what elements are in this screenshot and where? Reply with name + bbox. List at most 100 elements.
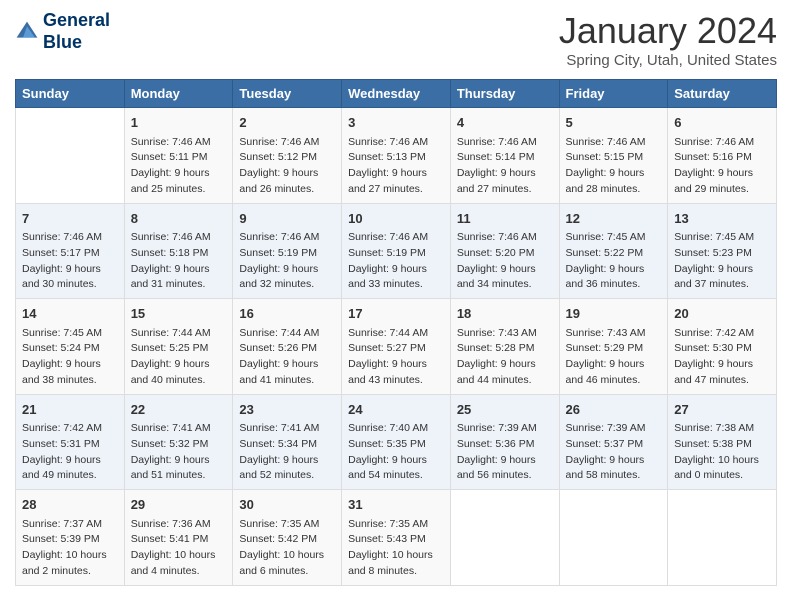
day-info: Sunrise: 7:35 AM Sunset: 5:42 PM Dayligh… — [239, 517, 335, 580]
calendar-day-header: Saturday — [668, 80, 777, 108]
calendar-cell: 14Sunrise: 7:45 AM Sunset: 5:24 PM Dayli… — [16, 299, 125, 395]
calendar-cell: 23Sunrise: 7:41 AM Sunset: 5:34 PM Dayli… — [233, 394, 342, 490]
day-number: 18 — [457, 304, 553, 324]
day-info: Sunrise: 7:40 AM Sunset: 5:35 PM Dayligh… — [348, 421, 444, 484]
page-header: General Blue January 2024 Spring City, U… — [15, 10, 777, 69]
month-title: January 2024 — [559, 10, 777, 52]
calendar-cell: 3Sunrise: 7:46 AM Sunset: 5:13 PM Daylig… — [342, 108, 451, 204]
calendar-cell: 13Sunrise: 7:45 AM Sunset: 5:23 PM Dayli… — [668, 203, 777, 299]
day-info: Sunrise: 7:46 AM Sunset: 5:11 PM Dayligh… — [131, 135, 227, 198]
day-info: Sunrise: 7:36 AM Sunset: 5:41 PM Dayligh… — [131, 517, 227, 580]
day-number: 2 — [239, 113, 335, 133]
day-number: 28 — [22, 495, 118, 515]
day-number: 10 — [348, 209, 444, 229]
day-info: Sunrise: 7:39 AM Sunset: 5:37 PM Dayligh… — [566, 421, 662, 484]
day-info: Sunrise: 7:41 AM Sunset: 5:32 PM Dayligh… — [131, 421, 227, 484]
calendar-cell: 11Sunrise: 7:46 AM Sunset: 5:20 PM Dayli… — [450, 203, 559, 299]
day-info: Sunrise: 7:39 AM Sunset: 5:36 PM Dayligh… — [457, 421, 553, 484]
day-number: 27 — [674, 400, 770, 420]
day-number: 24 — [348, 400, 444, 420]
calendar-cell: 22Sunrise: 7:41 AM Sunset: 5:32 PM Dayli… — [124, 394, 233, 490]
day-info: Sunrise: 7:46 AM Sunset: 5:15 PM Dayligh… — [566, 135, 662, 198]
calendar-cell: 7Sunrise: 7:46 AM Sunset: 5:17 PM Daylig… — [16, 203, 125, 299]
day-number: 3 — [348, 113, 444, 133]
calendar-cell: 28Sunrise: 7:37 AM Sunset: 5:39 PM Dayli… — [16, 490, 125, 586]
calendar-cell — [559, 490, 668, 586]
calendar-cell: 20Sunrise: 7:42 AM Sunset: 5:30 PM Dayli… — [668, 299, 777, 395]
day-info: Sunrise: 7:46 AM Sunset: 5:16 PM Dayligh… — [674, 135, 770, 198]
day-info: Sunrise: 7:46 AM Sunset: 5:12 PM Dayligh… — [239, 135, 335, 198]
day-number: 23 — [239, 400, 335, 420]
calendar-cell: 5Sunrise: 7:46 AM Sunset: 5:15 PM Daylig… — [559, 108, 668, 204]
title-block: January 2024 Spring City, Utah, United S… — [559, 10, 777, 69]
calendar-cell: 26Sunrise: 7:39 AM Sunset: 5:37 PM Dayli… — [559, 394, 668, 490]
calendar-cell: 16Sunrise: 7:44 AM Sunset: 5:26 PM Dayli… — [233, 299, 342, 395]
day-info: Sunrise: 7:37 AM Sunset: 5:39 PM Dayligh… — [22, 517, 118, 580]
day-info: Sunrise: 7:45 AM Sunset: 5:22 PM Dayligh… — [566, 230, 662, 293]
calendar-cell: 18Sunrise: 7:43 AM Sunset: 5:28 PM Dayli… — [450, 299, 559, 395]
day-info: Sunrise: 7:46 AM Sunset: 5:19 PM Dayligh… — [239, 230, 335, 293]
calendar-cell: 25Sunrise: 7:39 AM Sunset: 5:36 PM Dayli… — [450, 394, 559, 490]
day-info: Sunrise: 7:44 AM Sunset: 5:27 PM Dayligh… — [348, 326, 444, 389]
calendar-cell: 8Sunrise: 7:46 AM Sunset: 5:18 PM Daylig… — [124, 203, 233, 299]
day-number: 6 — [674, 113, 770, 133]
calendar-cell: 9Sunrise: 7:46 AM Sunset: 5:19 PM Daylig… — [233, 203, 342, 299]
day-info: Sunrise: 7:45 AM Sunset: 5:23 PM Dayligh… — [674, 230, 770, 293]
day-number: 31 — [348, 495, 444, 515]
calendar-cell: 31Sunrise: 7:35 AM Sunset: 5:43 PM Dayli… — [342, 490, 451, 586]
day-info: Sunrise: 7:46 AM Sunset: 5:13 PM Dayligh… — [348, 135, 444, 198]
calendar-week-row: 28Sunrise: 7:37 AM Sunset: 5:39 PM Dayli… — [16, 490, 777, 586]
day-info: Sunrise: 7:44 AM Sunset: 5:26 PM Dayligh… — [239, 326, 335, 389]
day-number: 20 — [674, 304, 770, 324]
day-number: 22 — [131, 400, 227, 420]
calendar-cell: 24Sunrise: 7:40 AM Sunset: 5:35 PM Dayli… — [342, 394, 451, 490]
day-info: Sunrise: 7:46 AM Sunset: 5:17 PM Dayligh… — [22, 230, 118, 293]
calendar-cell: 6Sunrise: 7:46 AM Sunset: 5:16 PM Daylig… — [668, 108, 777, 204]
day-info: Sunrise: 7:46 AM Sunset: 5:14 PM Dayligh… — [457, 135, 553, 198]
day-number: 17 — [348, 304, 444, 324]
day-number: 12 — [566, 209, 662, 229]
day-info: Sunrise: 7:45 AM Sunset: 5:24 PM Dayligh… — [22, 326, 118, 389]
calendar-cell: 1Sunrise: 7:46 AM Sunset: 5:11 PM Daylig… — [124, 108, 233, 204]
calendar-cell: 12Sunrise: 7:45 AM Sunset: 5:22 PM Dayli… — [559, 203, 668, 299]
calendar-cell: 30Sunrise: 7:35 AM Sunset: 5:42 PM Dayli… — [233, 490, 342, 586]
logo-icon — [15, 20, 39, 44]
calendar-header-row: SundayMondayTuesdayWednesdayThursdayFrid… — [16, 80, 777, 108]
calendar-week-row: 14Sunrise: 7:45 AM Sunset: 5:24 PM Dayli… — [16, 299, 777, 395]
day-info: Sunrise: 7:38 AM Sunset: 5:38 PM Dayligh… — [674, 421, 770, 484]
day-number: 1 — [131, 113, 227, 133]
calendar-week-row: 21Sunrise: 7:42 AM Sunset: 5:31 PM Dayli… — [16, 394, 777, 490]
calendar-day-header: Tuesday — [233, 80, 342, 108]
calendar-cell: 4Sunrise: 7:46 AM Sunset: 5:14 PM Daylig… — [450, 108, 559, 204]
day-number: 30 — [239, 495, 335, 515]
day-number: 15 — [131, 304, 227, 324]
calendar-cell: 21Sunrise: 7:42 AM Sunset: 5:31 PM Dayli… — [16, 394, 125, 490]
location-subtitle: Spring City, Utah, United States — [559, 52, 777, 69]
calendar-day-header: Thursday — [450, 80, 559, 108]
day-number: 4 — [457, 113, 553, 133]
calendar-day-header: Friday — [559, 80, 668, 108]
day-info: Sunrise: 7:41 AM Sunset: 5:34 PM Dayligh… — [239, 421, 335, 484]
logo-text: General Blue — [43, 10, 110, 53]
day-number: 8 — [131, 209, 227, 229]
day-number: 25 — [457, 400, 553, 420]
calendar-cell: 2Sunrise: 7:46 AM Sunset: 5:12 PM Daylig… — [233, 108, 342, 204]
day-info: Sunrise: 7:46 AM Sunset: 5:20 PM Dayligh… — [457, 230, 553, 293]
day-info: Sunrise: 7:44 AM Sunset: 5:25 PM Dayligh… — [131, 326, 227, 389]
day-info: Sunrise: 7:46 AM Sunset: 5:19 PM Dayligh… — [348, 230, 444, 293]
day-number: 9 — [239, 209, 335, 229]
calendar-cell — [450, 490, 559, 586]
calendar-cell — [668, 490, 777, 586]
day-info: Sunrise: 7:43 AM Sunset: 5:29 PM Dayligh… — [566, 326, 662, 389]
calendar-table: SundayMondayTuesdayWednesdayThursdayFrid… — [15, 79, 777, 586]
day-number: 19 — [566, 304, 662, 324]
calendar-week-row: 7Sunrise: 7:46 AM Sunset: 5:17 PM Daylig… — [16, 203, 777, 299]
calendar-day-header: Wednesday — [342, 80, 451, 108]
day-number: 13 — [674, 209, 770, 229]
day-info: Sunrise: 7:42 AM Sunset: 5:30 PM Dayligh… — [674, 326, 770, 389]
calendar-cell: 10Sunrise: 7:46 AM Sunset: 5:19 PM Dayli… — [342, 203, 451, 299]
day-number: 11 — [457, 209, 553, 229]
calendar-cell: 15Sunrise: 7:44 AM Sunset: 5:25 PM Dayli… — [124, 299, 233, 395]
calendar-cell: 19Sunrise: 7:43 AM Sunset: 5:29 PM Dayli… — [559, 299, 668, 395]
calendar-cell: 27Sunrise: 7:38 AM Sunset: 5:38 PM Dayli… — [668, 394, 777, 490]
